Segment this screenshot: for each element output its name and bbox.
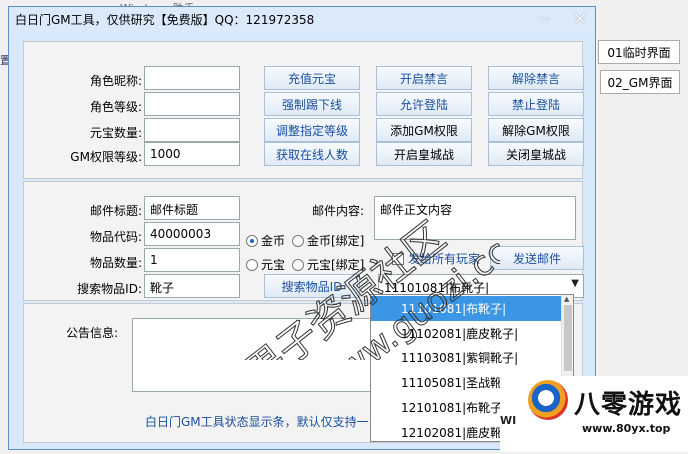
stop-castle-war-button[interactable]: 关闭皇城战 (488, 142, 584, 166)
radio-gold[interactable]: 金币 (246, 232, 285, 249)
mail-title-label: 邮件标题: (89, 204, 142, 218)
scroll-up-icon[interactable]: ▲ (564, 295, 569, 303)
search-item-label: 搜索物品ID: (77, 282, 142, 296)
gm-level-input[interactable]: 1000 (144, 142, 240, 166)
logo-left-fragment: WI (500, 414, 517, 427)
screen: Windows 助手 置 01临时界面 02_GM界面 白日门GM工具，仅供研究… (0, 0, 688, 454)
force-kick-button[interactable]: 强制踢下线 (264, 92, 360, 116)
role-panel: 角色昵称: 角色等级: 元宝数量: GM权限等级: 1000 充值元宝 强制踢下… (23, 41, 584, 179)
enable-mute-button[interactable]: 开启禁言 (376, 66, 472, 90)
search-item-id-button[interactable]: 搜索物品ID (264, 274, 360, 298)
disable-mute-button[interactable]: 解除禁言 (488, 66, 584, 90)
forbid-login-button[interactable]: 禁止登陆 (488, 92, 584, 116)
dropdown-item[interactable]: 11103081|紫铜靴子| (371, 345, 561, 370)
get-online-count-button[interactable]: 获取在线人数 (264, 142, 360, 166)
yuanbao-amount-input[interactable] (144, 118, 240, 142)
item-count-label: 物品数量: (89, 256, 142, 270)
item-code-label: 物品代码: (89, 230, 142, 244)
dropdown-scroll-thumb[interactable] (564, 305, 572, 371)
item-count-input[interactable]: 1 (144, 248, 240, 272)
radio-yuanbao-dot (246, 258, 258, 271)
radio-yuanbao-label: 元宝 (261, 258, 286, 272)
item-select-value: 11101081|布靴子| (384, 281, 490, 295)
radio-gold-dot (246, 234, 258, 247)
mail-panel: 邮件标题: 邮件标题 物品代码: 40000003 物品数量: 1 搜索物品ID… (23, 181, 584, 301)
radio-gold-bound-dot (292, 234, 304, 247)
radio-yuanbao-bound-label: 元宝[绑定] (307, 258, 365, 272)
adjust-level-button[interactable]: 调整指定等级 (264, 118, 360, 142)
logo-mark-icon (528, 380, 568, 420)
remove-gm-permission-button[interactable]: 解除GM权限 (488, 118, 584, 142)
close-icon[interactable]: ✕ (571, 10, 589, 28)
search-item-input[interactable]: 靴子 (144, 274, 240, 298)
role-level-label: 角色等级: (89, 100, 142, 114)
mail-title-input[interactable]: 邮件标题 (144, 196, 240, 220)
role-name-label: 角色昵称: (89, 74, 142, 88)
notice-label: 公告信息: (65, 326, 118, 340)
radio-yuanbao[interactable]: 元宝 (246, 256, 285, 273)
send-all-players-box (392, 252, 404, 265)
send-all-players-checkbox[interactable]: 发给所有玩家 (392, 250, 480, 267)
allow-login-button[interactable]: 允许登陆 (376, 92, 472, 116)
title-bar[interactable]: 白日门GM工具，仅供研究【免费版】QQ：121972358 ─ ✕ (9, 7, 595, 31)
window-title: 白日门GM工具，仅供研究【免费版】QQ：121972358 (15, 12, 315, 27)
logo-url: www.80yx.top (582, 422, 671, 435)
logo-name: 八零游戏 (574, 390, 683, 420)
dropdown-item[interactable]: 11102081|鹿皮靴子| (371, 321, 561, 346)
radio-gold-label: 金币 (261, 234, 286, 248)
status-bar-text: 白日门GM工具状态显示条，默认仅支持一 (145, 415, 369, 429)
site-logo: WI 八零游戏 www.80yx.top (500, 376, 688, 452)
chevron-down-icon[interactable]: ▼ (571, 278, 579, 289)
radio-yuanbao-bound[interactable]: 元宝[绑定] (292, 256, 364, 273)
mail-content-input[interactable]: 邮件正文内容 (374, 196, 576, 240)
notice-textarea[interactable] (132, 318, 378, 392)
radio-gold-bound[interactable]: 金币[绑定] (292, 232, 364, 249)
recharge-yuanbao-button[interactable]: 充值元宝 (264, 66, 360, 90)
gm-level-label: GM权限等级: (70, 150, 142, 164)
role-name-input[interactable] (144, 66, 240, 90)
yuanbao-amount-label: 元宝数量: (89, 126, 142, 140)
dropdown-item[interactable]: 11101081|布靴子| (371, 296, 561, 321)
minimize-icon[interactable]: ─ (535, 10, 553, 28)
tab-temp-interface-button[interactable]: 01临时界面 (598, 40, 680, 64)
role-level-input[interactable] (144, 92, 240, 116)
add-gm-permission-button[interactable]: 添加GM权限 (376, 118, 472, 142)
send-all-players-label: 发给所有玩家 (408, 252, 481, 266)
start-castle-war-button[interactable]: 开启皇城战 (376, 142, 472, 166)
radio-yuanbao-bound-dot (292, 258, 304, 271)
item-code-input[interactable]: 40000003 (144, 222, 240, 246)
tab-gm-interface-button[interactable]: 02_GM界面 (600, 70, 680, 94)
mail-content-label: 邮件内容: (311, 204, 364, 218)
radio-gold-bound-label: 金币[绑定] (307, 234, 365, 248)
send-mail-button[interactable]: 发送邮件 (490, 246, 584, 270)
